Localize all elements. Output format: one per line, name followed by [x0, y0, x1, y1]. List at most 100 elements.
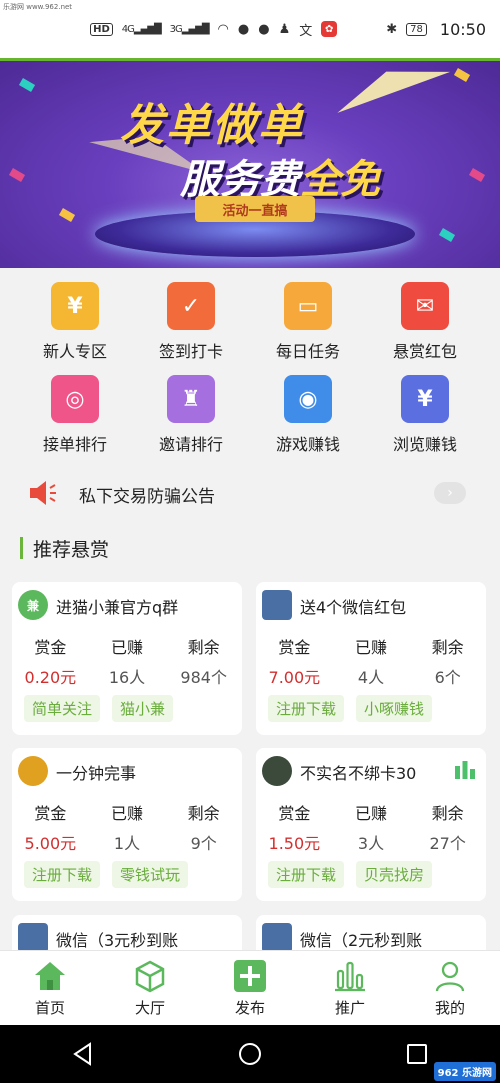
- reward-value: 0.20元: [24, 668, 77, 687]
- confetti: [18, 78, 36, 92]
- promo-banner[interactable]: 发单做单 服务费全免 活动一直搞: [0, 61, 500, 268]
- paper-plane-decoration: [329, 61, 451, 113]
- remaining-label: 剩余: [187, 804, 220, 823]
- task-title: 不实名不绑卡30: [300, 764, 417, 783]
- grid-item-checkin[interactable]: ✓ 签到打卡: [131, 282, 251, 362]
- reward-value: 5.00元: [24, 834, 77, 853]
- task-card[interactable]: 送4个微信红包 赏金 7.00元 已赚 4人 剩余 6个 注册下载 小啄赚钱: [256, 582, 486, 735]
- grid-item-label: 浏览赚钱: [392, 435, 457, 454]
- tab-home[interactable]: 首页: [0, 951, 100, 1025]
- money-bag-icon: ¥: [51, 282, 99, 330]
- tab-label: 推广: [334, 999, 365, 1017]
- task-tag: 注册下载: [268, 695, 345, 722]
- remaining-label: 剩余: [187, 638, 220, 657]
- earned-value: 4人: [357, 668, 385, 687]
- task-card[interactable]: 兼 进猫小兼官方q群 赏金 0.20元 已赚 16人 剩余 984个 简单关注 猫小兼: [12, 582, 242, 735]
- task-tag: 简单关注: [24, 695, 101, 722]
- task-card[interactable]: 一分钟完事 赏金 5.00元 已赚 1人 剩余 9个 注册下载 零钱试玩: [12, 748, 242, 901]
- home-button-icon[interactable]: [238, 1042, 262, 1066]
- avatar: [18, 923, 48, 953]
- grid-item-browse-earn[interactable]: ¥ 浏览赚钱: [365, 375, 485, 455]
- banner-title: 发单做单: [120, 100, 304, 151]
- user-icon: [435, 961, 465, 992]
- reward-label: 赏金: [278, 638, 311, 657]
- tab-label: 大厅: [134, 999, 165, 1017]
- reward-label: 赏金: [278, 804, 311, 823]
- task-tag: 注册下载: [268, 861, 345, 888]
- task-card[interactable]: 微信（2元秒到账: [256, 915, 486, 953]
- hd-icon: HD: [90, 22, 113, 36]
- signal-icon: 4G▂▄▆█: [121, 23, 162, 35]
- confetti: [438, 228, 456, 242]
- grid-item-newbie[interactable]: ¥ 新人专区: [15, 282, 135, 362]
- grid-item-game-earn[interactable]: ◉ 游戏赚钱: [248, 375, 368, 455]
- task-title: 微信（3元秒到账: [56, 931, 179, 950]
- gamepad-icon: ◉: [284, 375, 332, 423]
- confetti: [8, 168, 26, 182]
- tab-hall[interactable]: 大厅: [100, 951, 200, 1025]
- avatar: [262, 756, 292, 786]
- qq-icon: ♟: [278, 21, 291, 37]
- earned-label: 已赚: [355, 804, 388, 823]
- tab-label: 首页: [34, 999, 65, 1017]
- task-title: 送4个微信红包: [300, 598, 407, 617]
- grid-item-label: 每日任务: [275, 342, 340, 361]
- earned-value: 1人: [113, 834, 141, 853]
- confetti: [453, 68, 471, 82]
- yen-coin-icon: ¥: [401, 375, 449, 423]
- avatar: [262, 923, 292, 953]
- section-accent-bar: [20, 537, 23, 559]
- task-card[interactable]: 微信（3元秒到账: [12, 915, 242, 953]
- stats-icon: [455, 761, 475, 779]
- back-icon[interactable]: [71, 1042, 95, 1066]
- task-tag: 零钱试玩: [112, 861, 189, 888]
- remaining-value: 984个: [180, 668, 227, 687]
- recents-icon[interactable]: [405, 1042, 429, 1066]
- tab-label: 我的: [434, 999, 465, 1017]
- bluetooth-icon: ✱: [386, 21, 398, 37]
- notice-bar[interactable]: 私下交易防骗公告 ›: [0, 470, 500, 516]
- task-title: 一分钟完事: [56, 764, 137, 783]
- section-title: 推荐悬赏: [33, 538, 110, 561]
- grid-item-label: 游戏赚钱: [275, 435, 340, 454]
- notice-text: 私下交易防骗公告: [79, 487, 215, 507]
- earned-label: 已赚: [111, 804, 144, 823]
- tab-promote[interactable]: 推广: [300, 951, 400, 1025]
- translate-icon: 文: [299, 23, 313, 39]
- grid-item-daily-task[interactable]: ▭ 每日任务: [248, 282, 368, 362]
- home-icon: [35, 962, 65, 990]
- feature-grid: ¥ 新人专区 ✓ 签到打卡 ▭ 每日任务 ✉ 悬赏红包 ◎ 接单排行 ♜ 邀请排…: [0, 268, 500, 464]
- cube-icon: [135, 960, 165, 993]
- grid-item-order-ranking[interactable]: ◎ 接单排行: [15, 375, 135, 455]
- task-title: 进猫小兼官方q群: [56, 598, 179, 617]
- task-tag: 贝壳找房: [356, 861, 433, 888]
- bar-chart-icon: [335, 961, 365, 992]
- grid-item-red-packet[interactable]: ✉ 悬赏红包: [365, 282, 485, 362]
- clock: 10:50: [439, 19, 486, 39]
- remaining-label: 剩余: [431, 638, 464, 657]
- grid-item-label: 签到打卡: [158, 342, 223, 361]
- trophy-icon: ♜: [167, 375, 215, 423]
- chevron-right-icon[interactable]: ›: [434, 482, 466, 504]
- grid-item-label: 接单排行: [42, 435, 107, 454]
- battery-icon: 78: [406, 22, 427, 36]
- signal-icon-2: 3G▂▄▆█: [169, 23, 210, 35]
- grid-item-label: 新人专区: [42, 342, 107, 361]
- remaining-label: 剩余: [431, 804, 464, 823]
- avatar: [262, 590, 292, 620]
- watermark-bottom: 962 乐游网: [433, 1062, 496, 1081]
- earned-label: 已赚: [355, 638, 388, 657]
- tab-publish[interactable]: 发布: [200, 951, 300, 1025]
- bottom-tab-bar: 首页 大厅 发布 推广 我的: [0, 950, 500, 1025]
- task-card[interactable]: 不实名不绑卡30 赏金 1.50元 已赚 3人 剩余 27个 注册下载 贝壳找房: [256, 748, 486, 901]
- confetti: [58, 208, 76, 222]
- grid-item-label: 邀请排行: [158, 435, 223, 454]
- earned-value: 16人: [108, 668, 146, 687]
- task-title: 微信（2元秒到账: [300, 931, 423, 950]
- reward-value: 1.50元: [268, 834, 321, 853]
- gift-box-icon: ▭: [284, 282, 332, 330]
- wifi-icon: ◠: [217, 21, 229, 37]
- reward-label: 赏金: [34, 638, 67, 657]
- grid-item-invite-ranking[interactable]: ♜ 邀请排行: [131, 375, 251, 455]
- tab-mine[interactable]: 我的: [400, 951, 500, 1025]
